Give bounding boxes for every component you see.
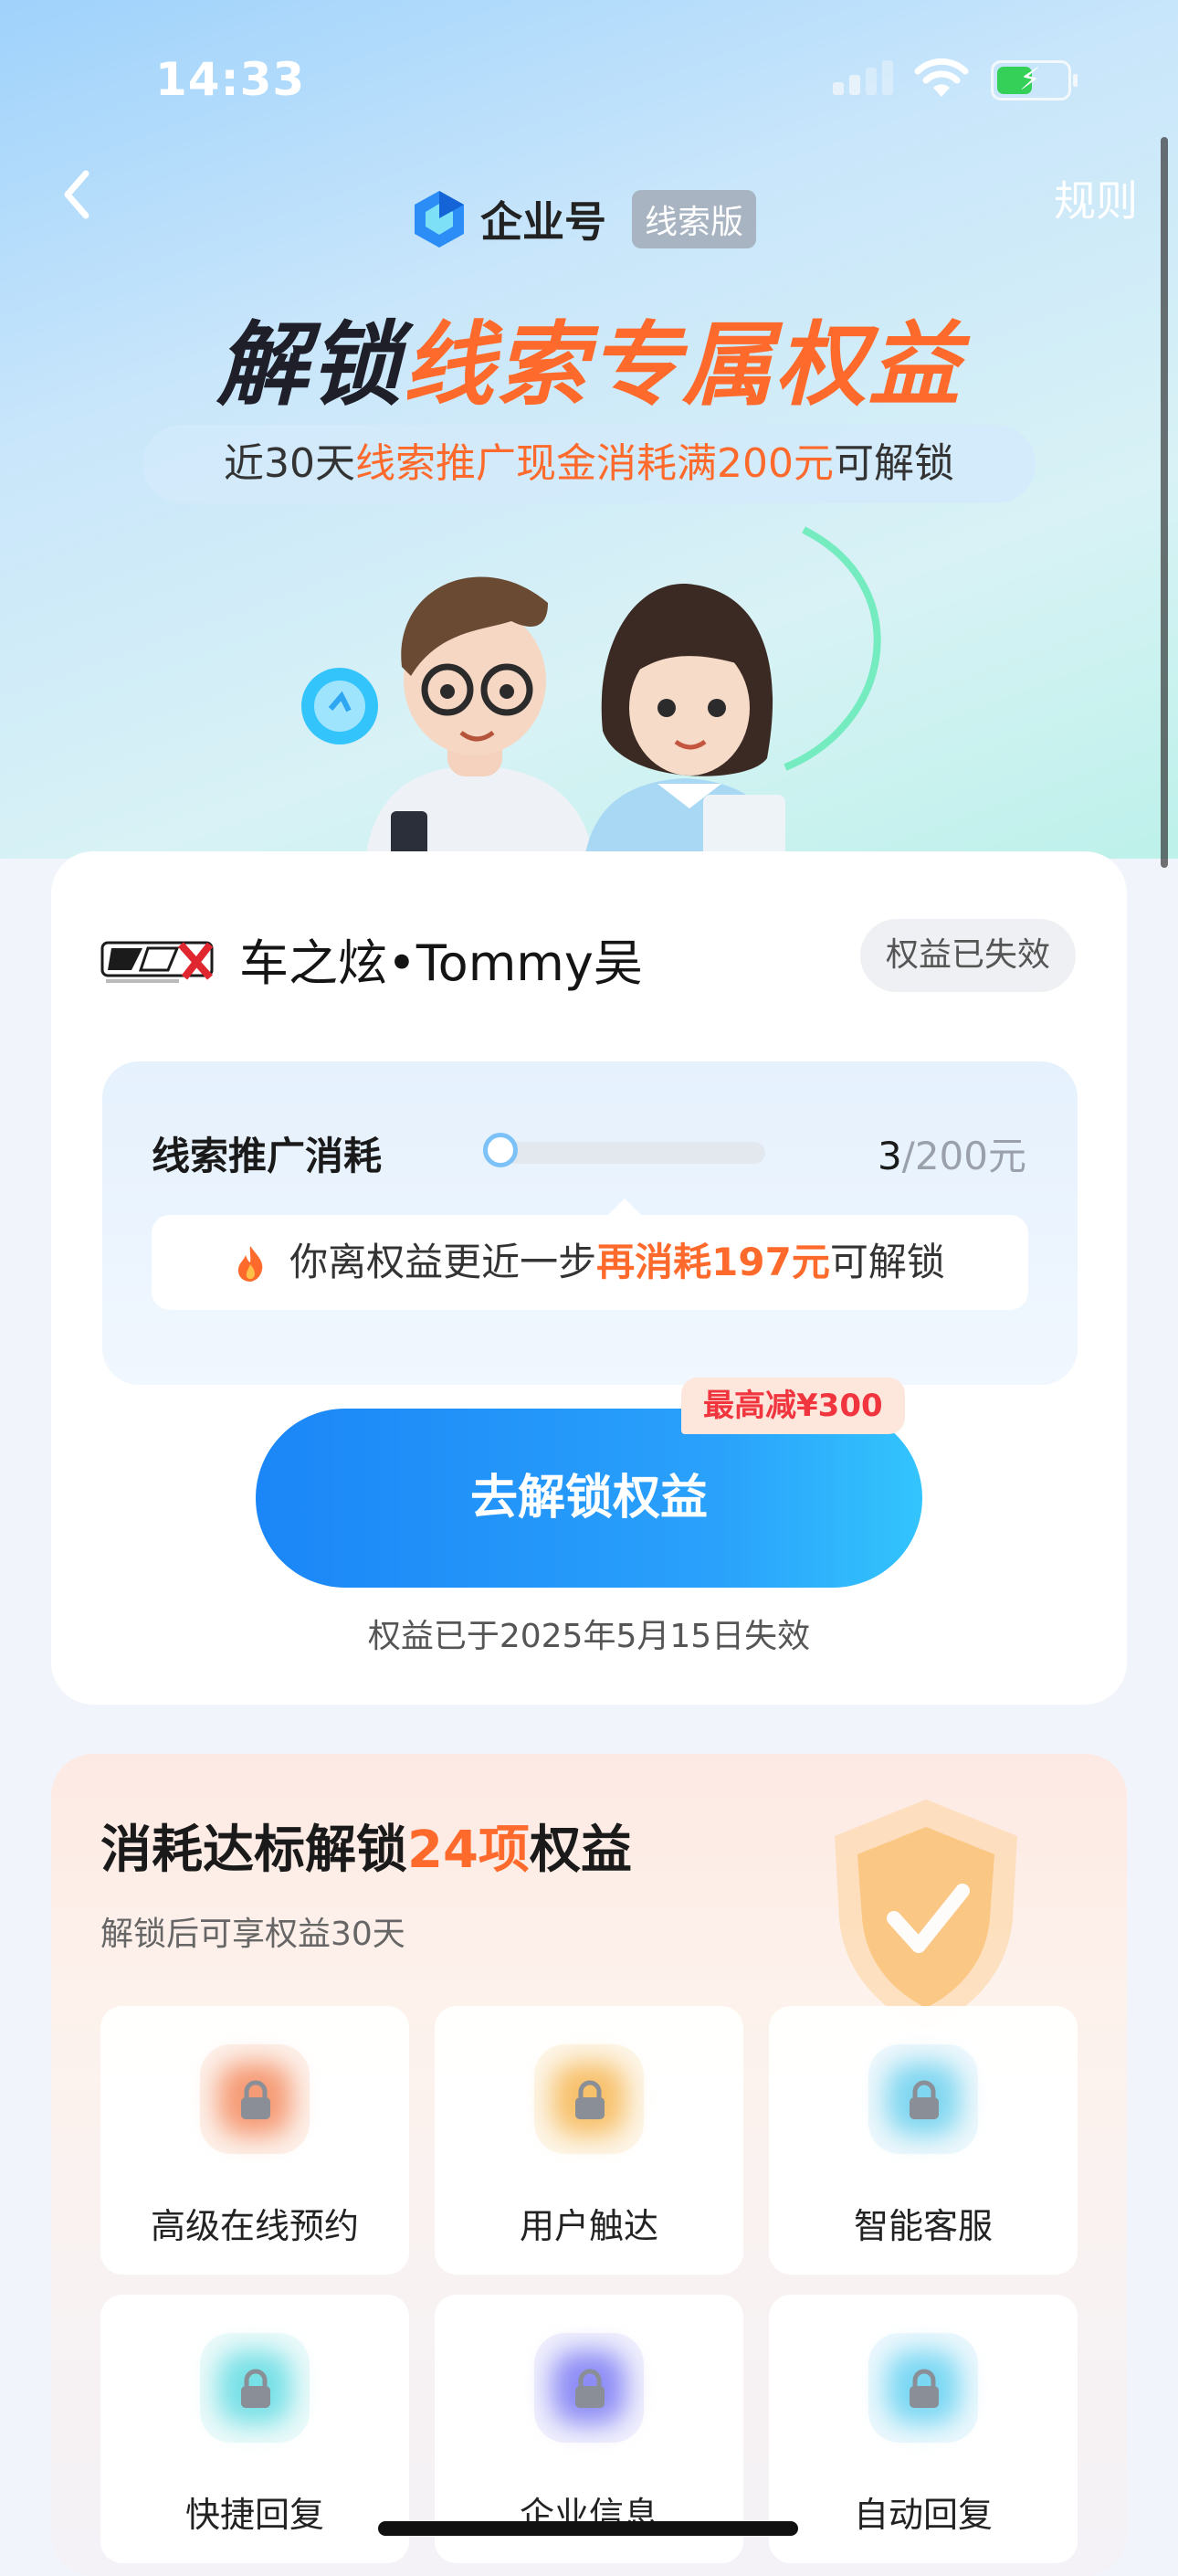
page-headline: 解锁线索专属权益 [0,290,1178,423]
promo-badge: 最高减¥300 [681,1378,905,1434]
benefit-label: 用户触达 [519,2206,658,2246]
benefit-label: 自动回复 [853,2495,993,2535]
brand-tag: 线索版 [632,190,757,248]
hero-banner: 14:33 ⚡ 规则 企业号 线索版 解锁线索专属权益 近30天线索推广现金消耗… [0,0,1178,859]
spend-progress-box: 线索推广消耗 3/200元 你离权益更近一步再消耗197元可解锁 [102,1061,1078,1385]
tip-part3: 可解锁 [829,1240,945,1284]
unlock-condition-pill: 近30天线索推广现金消耗满200元可解锁 [142,425,1036,503]
scrollbar[interactable] [1161,137,1168,868]
benefit-tile[interactable]: 快捷回复 [100,2295,409,2563]
lock-icon [575,2369,605,2408]
mascot-illustration [301,526,881,859]
progress-bar [482,1133,765,1167]
benefit-icon [534,2044,644,2154]
lock-icon [575,2080,605,2119]
benefits-subtitle: 解锁后可享权益30天 [100,1916,405,1953]
account-avatar [100,941,214,983]
wifi-icon [914,58,969,97]
benefits-count: 24项 [407,1821,530,1880]
tip-part1: 你离权益更近一步 [289,1240,597,1284]
brand-header: 企业号 线索版 [411,187,757,251]
brand-name: 企业号 [480,197,606,247]
lock-icon [241,2369,270,2408]
unlock-progress-card: 车之炫•Tommy吴 权益已失效 线索推广消耗 3/200元 你离权益更近一步再… [51,851,1127,1705]
back-chevron-icon[interactable] [55,163,100,227]
sub-highlight: 线索推广现金消耗满200元 [355,440,834,487]
lock-icon [241,2080,270,2119]
benefit-tile[interactable]: 用户触达 [435,2006,743,2275]
benefits-title-part3: 权益 [529,1821,632,1880]
sub-part1: 近30天 [224,440,355,487]
rules-link[interactable]: 规则 [1054,168,1138,228]
benefit-tile[interactable]: 自动回复 [769,2295,1078,2563]
unlock-benefits-button[interactable]: 去解锁权益 [256,1409,922,1588]
home-indicator[interactable] [378,2521,798,2536]
progress-total: /200元 [901,1134,1026,1178]
benefit-label: 高级在线预约 [150,2206,359,2246]
fire-icon [238,1246,263,1282]
enterprise-logo-icon [415,191,464,248]
benefit-icon [868,2333,978,2443]
benefit-icon [868,2044,978,2154]
benefit-label: 快捷回复 [184,2495,324,2535]
expired-date-note: 权益已于2025年5月15日失效 [367,1618,811,1655]
sub-part3: 可解锁 [833,440,954,487]
battery-charging-icon: ⚡ [991,60,1078,100]
progress-value: 3/200元 [878,1125,1026,1181]
benefit-tile[interactable]: 高级在线预约 [100,2006,409,2275]
benefit-tile[interactable]: 智能客服 [769,2006,1078,2275]
account-name: 车之炫•Tommy吴 [239,934,643,992]
benefit-icon [534,2333,644,2443]
benefits-card: 消耗达标解锁24项权益 解锁后可享权益30天 高级在线预约 用户触达 智能客服 [51,1754,1127,2576]
progress-knob [482,1133,518,1167]
tip-highlight: 再消耗197元 [596,1240,830,1284]
lock-icon [910,2369,939,2408]
shield-check-icon [835,1800,1017,2030]
benefit-icon [200,2333,310,2443]
headline-highlight: 线索专属权益 [403,311,962,418]
benefit-icon [200,2044,310,2154]
progress-tip: 你离权益更近一步再消耗197元可解锁 [152,1198,1028,1310]
benefits-title-part1: 消耗达标解锁 [100,1821,407,1880]
status-badge: 权益已失效 [860,919,1076,992]
progress-current: 3 [877,1134,902,1178]
benefits-title: 消耗达标解锁24项权益 [100,1809,632,1883]
lock-icon [910,2080,939,2119]
status-time: 14:33 [155,53,306,106]
benefit-label: 智能客服 [853,2206,993,2246]
headline-part1: 解锁 [216,311,403,418]
progress-label: 线索推广消耗 [152,1134,383,1178]
